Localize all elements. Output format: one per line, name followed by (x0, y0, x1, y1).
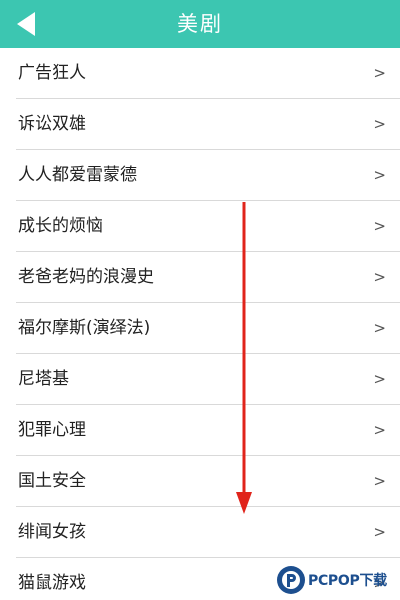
chevron-right-icon: > (373, 370, 386, 388)
list-item-label: 诉讼双雄 (18, 114, 86, 134)
list-item[interactable]: 成长的烦恼 > (16, 201, 400, 252)
list-item[interactable]: 尼塔基 > (16, 354, 400, 405)
list-item[interactable]: 绯闻女孩 > (16, 507, 400, 558)
chevron-right-icon: > (373, 64, 386, 82)
list-item-label: 人人都爱雷蒙德 (18, 165, 137, 185)
chevron-right-icon: > (373, 268, 386, 286)
chevron-right-icon: > (373, 166, 386, 184)
list-item[interactable]: 福尔摩斯(演绎法) > (16, 303, 400, 354)
chevron-right-icon: > (373, 574, 386, 592)
chevron-right-icon: > (373, 217, 386, 235)
list-item[interactable]: 诉讼双雄 > (16, 99, 400, 150)
list-item-label: 福尔摩斯(演绎法) (18, 318, 151, 338)
chevron-right-icon: > (373, 472, 386, 490)
list-item[interactable]: 人人都爱雷蒙德 > (16, 150, 400, 201)
list-item-label: 成长的烦恼 (18, 216, 103, 236)
chevron-right-icon: > (373, 319, 386, 337)
list-item-label: 国土安全 (18, 471, 86, 491)
list-item[interactable]: 犯罪心理 > (16, 405, 400, 456)
list-item[interactable]: 广告狂人 > (16, 48, 400, 99)
chevron-right-icon: > (373, 523, 386, 541)
page-title: 美剧 (177, 12, 223, 36)
list-item-label: 犯罪心理 (18, 420, 86, 440)
list-item-label: 老爸老妈的浪漫史 (18, 267, 154, 287)
show-list: 广告狂人 > 诉讼双雄 > 人人都爱雷蒙德 > 成长的烦恼 > 老爸老妈的浪漫史 > 福尔摩斯(演绎… (0, 48, 400, 600)
list-item-label: 尼塔基 (18, 369, 69, 389)
list-item-label: 猫鼠游戏 (18, 573, 86, 593)
list-item-label: 绯闻女孩 (18, 522, 86, 542)
list-item-label: 广告狂人 (18, 63, 86, 83)
chevron-right-icon: > (373, 115, 386, 133)
chevron-right-icon: > (373, 421, 386, 439)
list-item[interactable]: 猫鼠游戏 > (16, 558, 400, 600)
list-item[interactable]: 老爸老妈的浪漫史 > (16, 252, 400, 303)
list-item[interactable]: 国土安全 > (16, 456, 400, 507)
title-bar: 美剧 (0, 0, 400, 48)
